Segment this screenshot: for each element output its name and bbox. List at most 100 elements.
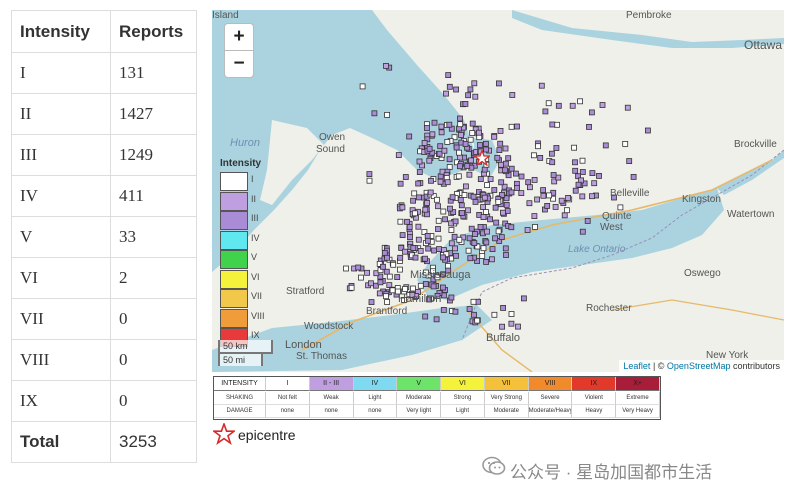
legend-swatch (220, 250, 248, 269)
report-marker (464, 163, 471, 169)
place-label: Island (212, 10, 239, 21)
place-label: Brantford (366, 306, 408, 317)
report-marker (495, 228, 502, 235)
leaflet-link[interactable]: Leaflet (623, 361, 650, 371)
report-marker (407, 234, 413, 241)
report-marker (422, 313, 429, 320)
report-marker (489, 246, 496, 253)
strip-intensity-cell: I (266, 377, 310, 391)
report-marker (579, 157, 586, 164)
report-marker (512, 170, 519, 177)
report-marker (435, 235, 442, 242)
report-marker (402, 174, 409, 180)
report-marker (426, 145, 433, 152)
intensity-map[interactable]: Island Pembroke Ottawa Huron Owen Sound … (212, 10, 784, 372)
report-marker (591, 180, 598, 187)
column-header-intensity: Intensity (11, 10, 111, 53)
report-marker (343, 265, 349, 272)
place-label: Buffalo (486, 332, 521, 344)
report-marker (498, 234, 505, 241)
report-marker (483, 258, 490, 265)
report-marker (445, 262, 451, 269)
table-row: III 1249 (11, 134, 197, 176)
report-marker (508, 123, 515, 130)
report-marker (546, 192, 553, 199)
report-marker (451, 233, 458, 240)
report-marker (467, 255, 474, 262)
report-marker (540, 187, 547, 194)
legend-swatch (220, 230, 248, 250)
report-marker (518, 190, 525, 197)
strip-damage-cell: Very Heavy (616, 405, 660, 418)
attribution-separator: | © (650, 361, 667, 371)
report-marker (416, 158, 423, 165)
intensity-cell: IV (11, 175, 111, 217)
report-marker (495, 80, 502, 87)
report-marker (540, 192, 547, 199)
place-label: St. Thomas (296, 351, 347, 362)
intensity-cell: VIII (11, 339, 111, 381)
place-label: London (285, 339, 322, 351)
place-label: Huron (230, 137, 260, 149)
report-marker (457, 115, 463, 122)
report-marker (588, 109, 595, 116)
table-body: I 131 II 1427 III 1249 IV 411 V 33 VI 2 VII 0 VIII 0 IX 0 (11, 52, 197, 422)
report-marker (563, 207, 570, 214)
report-marker (424, 199, 430, 206)
strip-intensity-cell: VIII (528, 377, 573, 391)
report-marker (377, 279, 384, 286)
legend-label: IX (251, 330, 260, 340)
report-marker (376, 290, 383, 297)
report-marker (477, 176, 484, 183)
place-label: Oswego (684, 268, 721, 279)
report-marker (348, 284, 355, 291)
strip-intensity-cell: VII (484, 377, 529, 391)
report-marker (456, 163, 463, 170)
osm-link[interactable]: OpenStreetMap (667, 361, 731, 371)
report-marker (447, 205, 453, 212)
strip-shaking-cell: Light (353, 392, 398, 405)
report-marker (571, 144, 578, 151)
report-marker (586, 124, 592, 130)
report-marker (416, 194, 422, 201)
table-header-row: Intensity Reports (11, 10, 197, 53)
report-marker (545, 100, 552, 107)
report-marker (367, 280, 374, 287)
zoom-in-button[interactable]: + (224, 23, 254, 51)
report-marker (368, 299, 375, 306)
strip-intensity-cell: IX (572, 377, 617, 391)
legend-label: III (251, 213, 259, 223)
report-marker (524, 227, 531, 233)
legend-label: II (251, 193, 257, 204)
report-marker (448, 227, 455, 233)
report-marker (446, 121, 453, 128)
report-marker (572, 159, 578, 166)
report-marker (453, 252, 459, 259)
report-marker (381, 250, 388, 256)
intensity-cell: III (11, 134, 111, 176)
report-marker (371, 110, 378, 117)
report-marker (514, 123, 520, 130)
report-marker (549, 159, 556, 166)
report-marker (467, 136, 474, 143)
place-label: Hamilton (398, 293, 442, 305)
place-label: Watertown (727, 209, 775, 220)
legend-rows: I II III IV V VI VII VIII IX (220, 171, 268, 347)
report-marker (499, 209, 506, 216)
report-marker (462, 141, 469, 147)
report-marker (397, 218, 404, 225)
report-marker (431, 247, 438, 254)
report-marker (482, 209, 489, 215)
zoom-out-button[interactable]: − (224, 50, 254, 78)
report-marker (492, 235, 499, 242)
strip-damage-cell: Moderate (484, 405, 529, 418)
report-marker (421, 140, 428, 146)
report-marker (505, 155, 512, 162)
report-marker (471, 80, 478, 87)
report-marker (383, 63, 389, 69)
report-marker (437, 178, 444, 185)
report-marker (355, 264, 362, 271)
strip-shaking-cell: Severe (528, 392, 573, 405)
report-marker (435, 226, 441, 232)
report-marker (479, 252, 486, 259)
